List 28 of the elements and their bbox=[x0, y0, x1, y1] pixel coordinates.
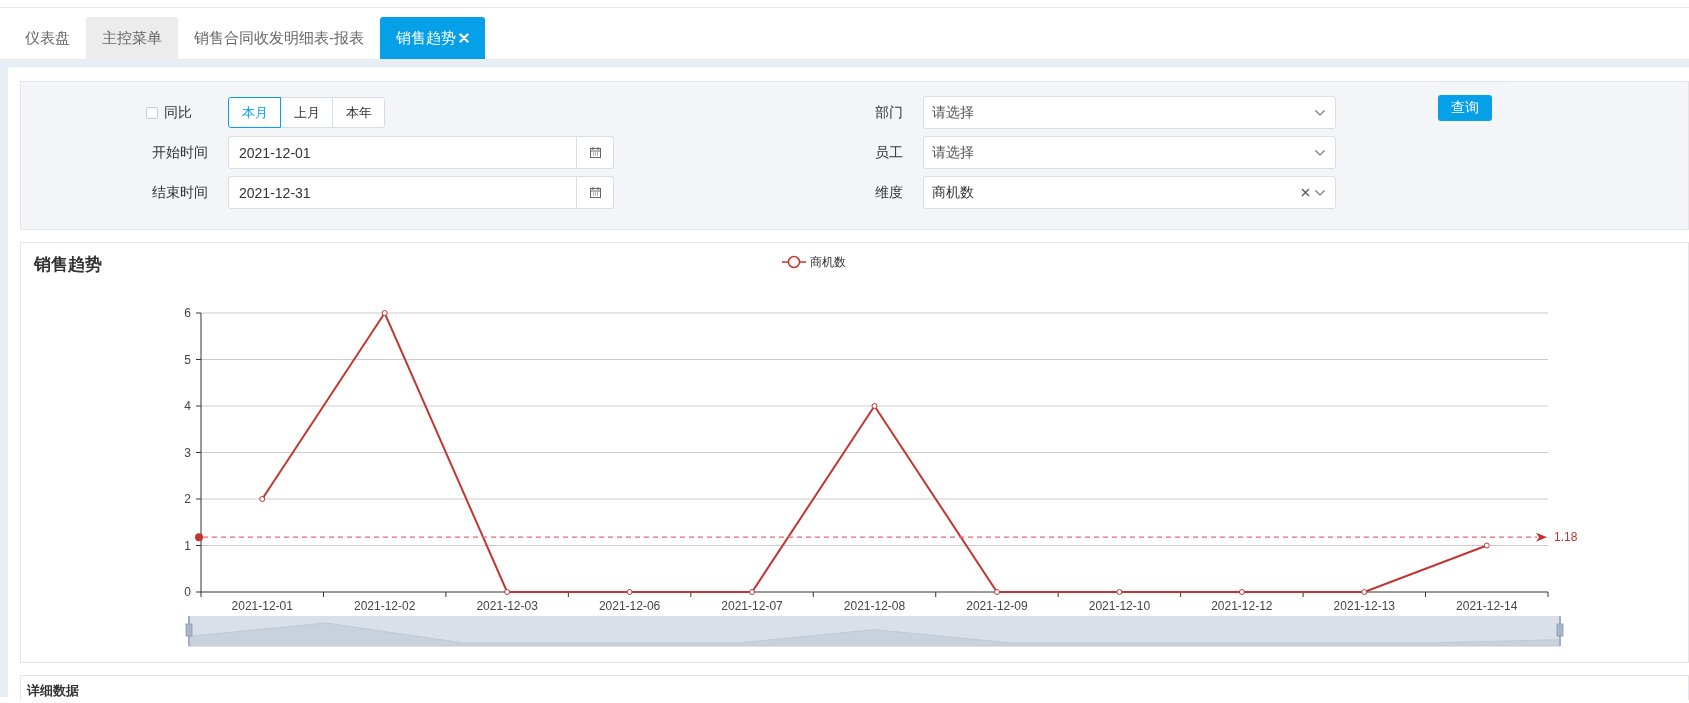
axis-label: 2 bbox=[184, 492, 191, 506]
checkbox-label: 同比 bbox=[164, 103, 192, 122]
axis-label: 1 bbox=[184, 538, 191, 553]
field-label: 开始时间 bbox=[151, 143, 209, 162]
axis-label: 6 bbox=[184, 306, 191, 320]
legend-label: 商机数 bbox=[810, 255, 846, 269]
axis-label: 3 bbox=[184, 445, 191, 460]
axis-label: 2021-12-12 bbox=[1211, 599, 1273, 613]
chart-title: 销售趋势 bbox=[34, 254, 102, 276]
axis-label: 2021-12-07 bbox=[721, 599, 783, 613]
field-label: 结束时间 bbox=[151, 183, 209, 202]
axis-label: 2021-12-06 bbox=[598, 599, 661, 613]
average-label: 1.18 bbox=[1554, 530, 1578, 545]
axis-label: 2021-12-02 bbox=[354, 599, 416, 613]
axis-label: 2021-12-10 bbox=[1088, 599, 1151, 613]
field-label: 维度 bbox=[875, 183, 904, 202]
field-label: 员工 bbox=[875, 143, 904, 162]
field-label: 部门 bbox=[875, 103, 904, 122]
axis-label: 2021-12-13 bbox=[1333, 599, 1395, 613]
axis-label: 2021-12-14 bbox=[1456, 599, 1518, 613]
axis-label: 4 bbox=[184, 399, 191, 413]
axis-label: 5 bbox=[184, 352, 191, 367]
axis-label: 2021-12-09 bbox=[966, 599, 1028, 613]
axis-label: 2021-12-08 bbox=[843, 599, 906, 613]
section-title: 详细数据 bbox=[27, 682, 80, 700]
axis-label: 2021-12-01 bbox=[231, 599, 293, 613]
axis-label: 0 bbox=[184, 585, 191, 599]
axis-label: 2021-12-03 bbox=[476, 599, 538, 613]
